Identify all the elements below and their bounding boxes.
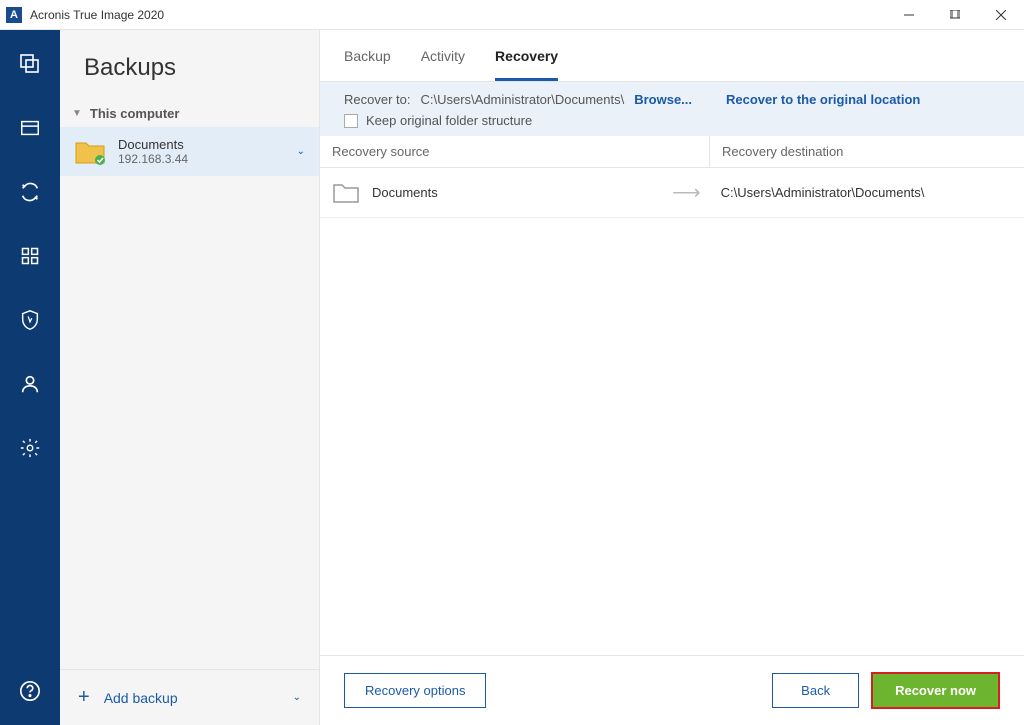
keep-structure-label: Keep original folder structure (366, 113, 532, 128)
minimize-button[interactable] (886, 0, 932, 30)
maximize-button[interactable] (932, 0, 978, 30)
sidebar-heading: Backups (60, 30, 319, 100)
backup-item-name: Documents (118, 137, 188, 152)
app-icon: A (6, 7, 22, 23)
recovery-options-button[interactable]: Recovery options (344, 673, 486, 708)
folder-icon (74, 139, 106, 165)
sidebar-group-label: This computer (90, 106, 180, 121)
window-title: Acronis True Image 2020 (30, 8, 886, 22)
tab-backup[interactable]: Backup (344, 48, 391, 81)
nav-account-icon[interactable] (16, 370, 44, 398)
add-backup-button[interactable]: + Add backup (78, 686, 293, 709)
nav-dashboard-icon[interactable] (16, 242, 44, 270)
column-source: Recovery source (320, 136, 710, 167)
recovery-row[interactable]: Documents ⟶ C:\Users\Administrator\Docum… (320, 168, 1024, 218)
recover-to-label: Recover to: (344, 92, 410, 107)
nav-settings-icon[interactable] (16, 434, 44, 462)
backup-item-sub: 192.168.3.44 (118, 152, 188, 166)
columns-header: Recovery source Recovery destination (320, 136, 1024, 168)
keep-structure-checkbox[interactable] (344, 114, 358, 128)
tab-activity[interactable]: Activity (421, 48, 465, 81)
row-destination-label: C:\Users\Administrator\Documents\ (721, 185, 1012, 200)
nav-help-icon[interactable] (16, 677, 44, 705)
row-source-label: Documents (372, 185, 438, 200)
nav-archive-icon[interactable] (16, 114, 44, 142)
tab-recovery[interactable]: Recovery (495, 48, 558, 81)
footer: Recovery options Back Recover now (320, 655, 1024, 725)
titlebar: A Acronis True Image 2020 (0, 0, 1024, 30)
nav-sync-icon[interactable] (16, 178, 44, 206)
recover-bar: Recover to: C:\Users\Administrator\Docum… (320, 82, 1024, 136)
chevron-down-icon: ▼ (72, 108, 82, 119)
add-backup-label: Add backup (104, 690, 178, 706)
sidebar-group-header[interactable]: ▼ This computer (60, 100, 319, 127)
folder-outline-icon (332, 182, 360, 204)
nav-rail (0, 30, 60, 725)
backup-item-documents[interactable]: Documents 192.168.3.44 ⌄ (60, 127, 319, 176)
plus-icon: + (78, 686, 90, 709)
content: Backup Activity Recovery Recover to: C:\… (320, 30, 1024, 725)
recover-now-button[interactable]: Recover now (871, 672, 1000, 709)
browse-link[interactable]: Browse... (634, 92, 692, 107)
nav-backup-icon[interactable] (16, 50, 44, 78)
window-controls (886, 0, 1024, 30)
recover-to-path: C:\Users\Administrator\Documents\ (420, 92, 624, 107)
chevron-down-icon[interactable]: ⌄ (293, 692, 301, 703)
tabs: Backup Activity Recovery (320, 30, 1024, 82)
arrow-right-icon: ⟶ (672, 180, 701, 205)
recover-original-link[interactable]: Recover to the original location (726, 92, 920, 107)
back-button[interactable]: Back (772, 673, 859, 708)
sidebar: Backups ▼ This computer Documents 192.16… (60, 30, 320, 725)
nav-protection-icon[interactable] (16, 306, 44, 334)
close-button[interactable] (978, 0, 1024, 30)
column-destination: Recovery destination (710, 136, 1024, 167)
sidebar-bottom: + Add backup ⌄ (60, 669, 319, 725)
chevron-down-icon[interactable]: ⌄ (297, 146, 305, 157)
